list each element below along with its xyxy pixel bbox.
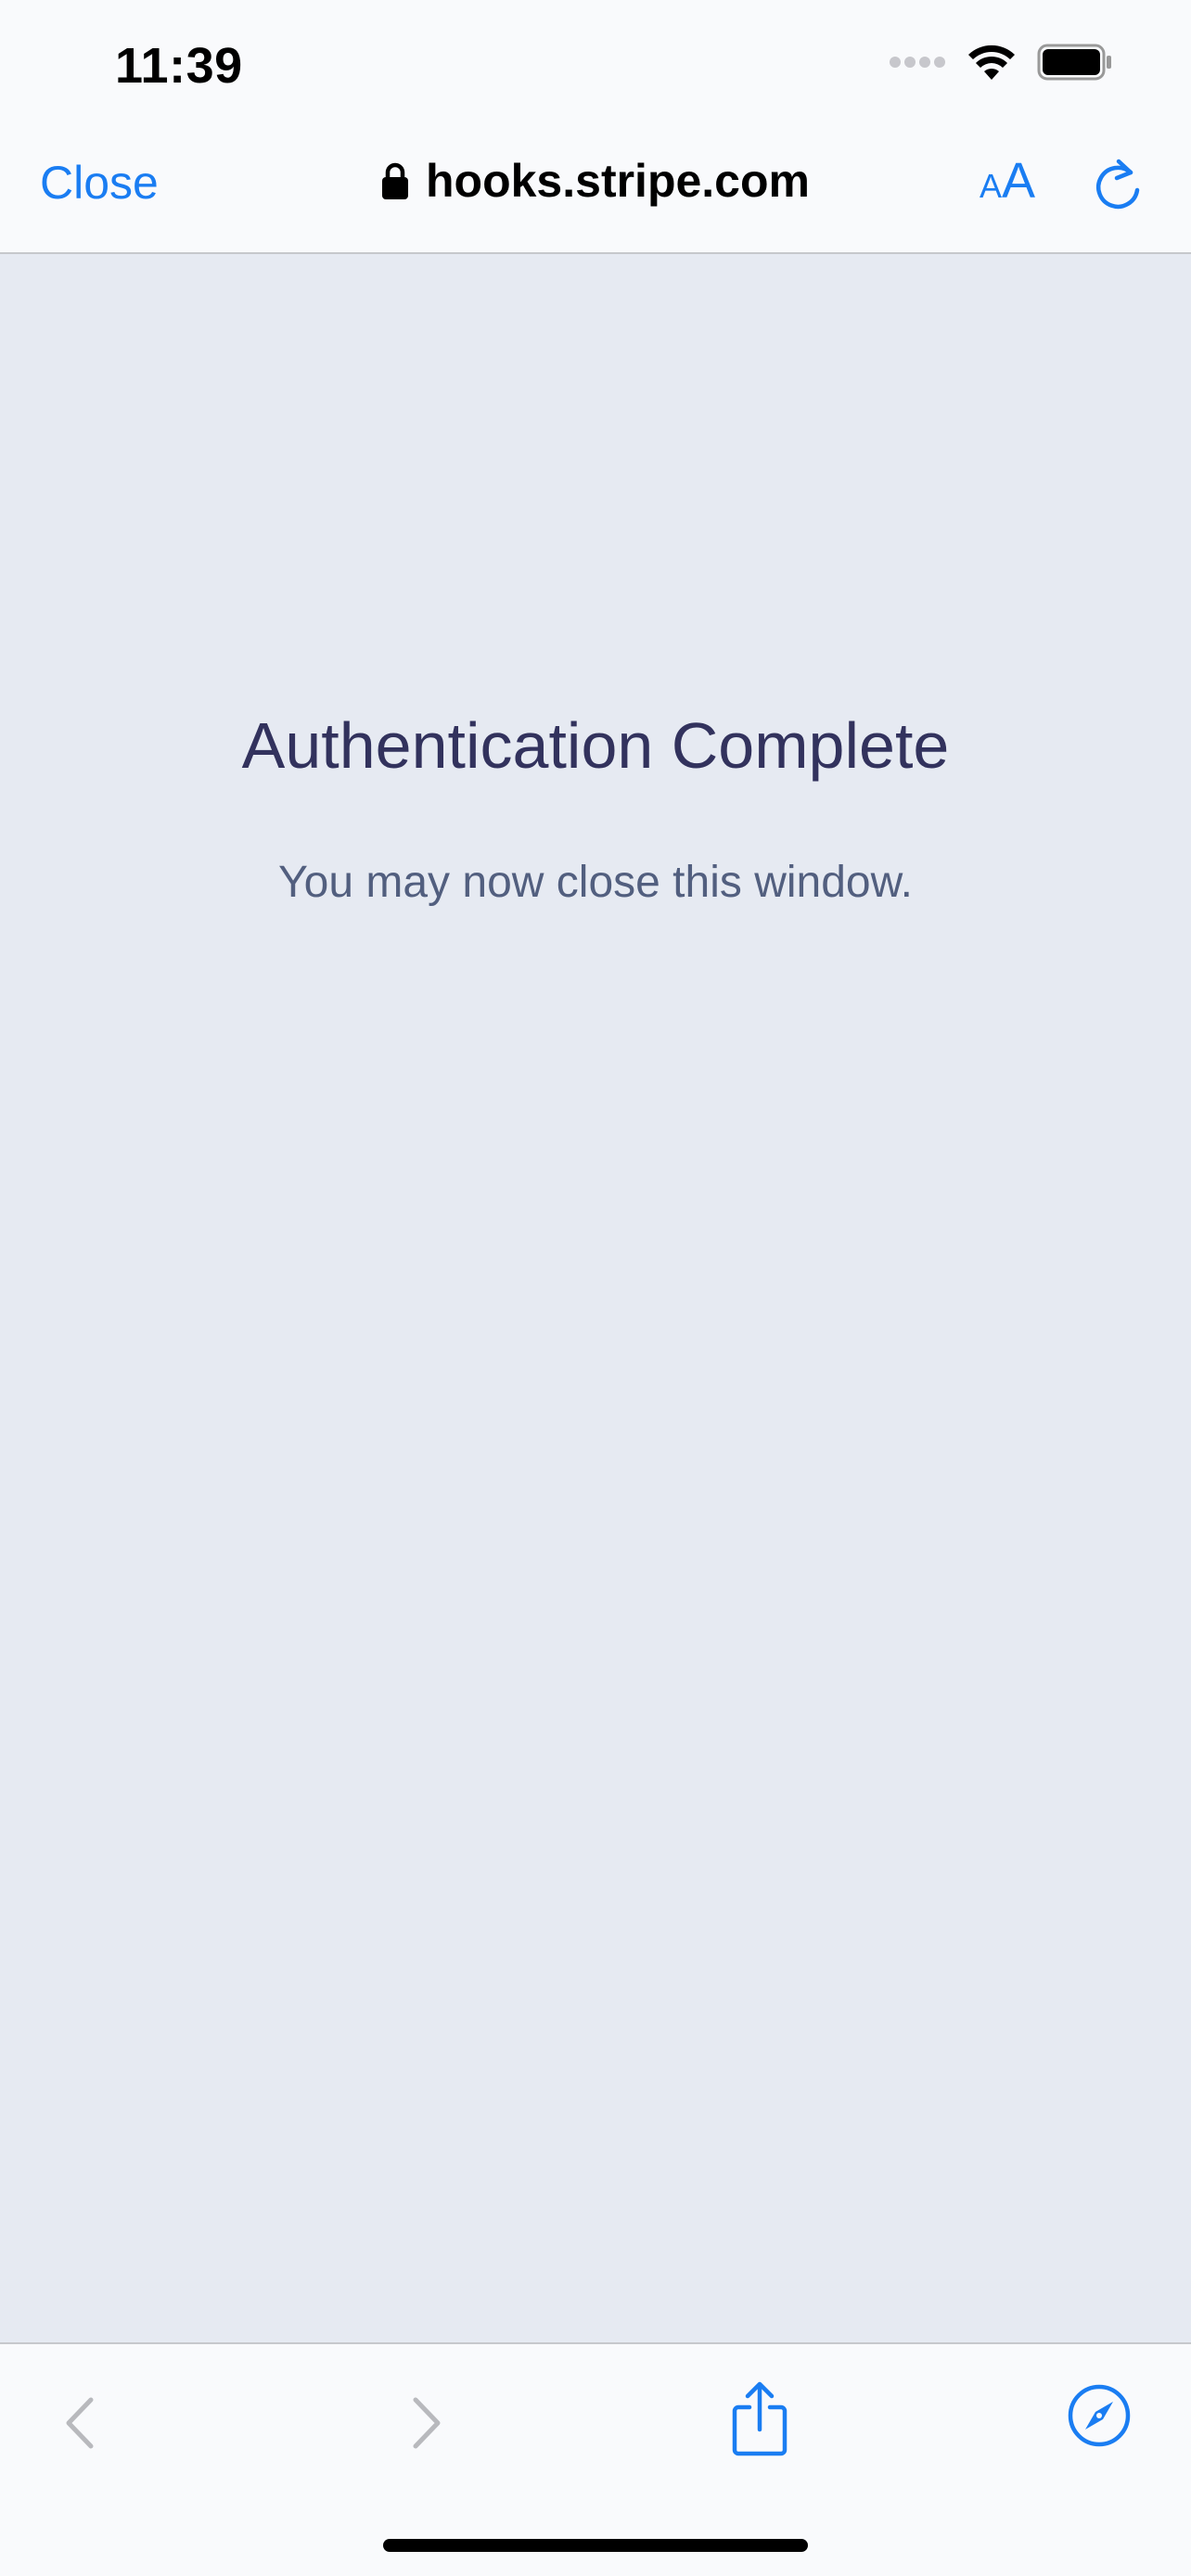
browser-nav-bar: Close hooks.stripe.com AA [0, 130, 1191, 254]
open-in-safari-button[interactable] [1067, 2383, 1132, 2453]
text-size-big-a: A [1002, 153, 1036, 209]
wifi-icon [968, 45, 1015, 80]
compass-icon [1068, 2384, 1131, 2447]
share-button[interactable] [727, 2379, 792, 2462]
reload-icon [1095, 159, 1140, 210]
url-text: hooks.stripe.com [426, 155, 810, 207]
lock-icon [382, 162, 408, 199]
share-icon [732, 2381, 788, 2456]
chevron-left-icon [66, 2397, 94, 2449]
page-message: You may now close this window. [278, 858, 913, 907]
reload-button[interactable] [1091, 158, 1145, 218]
home-indicator[interactable] [383, 2539, 808, 2552]
chevron-right-icon [413, 2397, 441, 2449]
forward-button[interactable] [403, 2391, 449, 2460]
status-bar: 11:39 [0, 0, 1191, 130]
status-time: 11:39 [115, 38, 243, 94]
web-content: Authentication Complete You may now clos… [0, 254, 1191, 2342]
status-icons [889, 43, 1113, 82]
text-size-button[interactable]: AA [980, 156, 1035, 206]
screen: 11:39 Close hooks.stripe.com AA Authenti… [0, 0, 1191, 2576]
page-title: Authentication Complete [241, 709, 950, 782]
cellular-signal-icon [890, 57, 945, 68]
text-size-small-a: A [980, 167, 1003, 205]
back-button[interactable] [58, 2391, 104, 2460]
battery-icon [1037, 44, 1111, 81]
